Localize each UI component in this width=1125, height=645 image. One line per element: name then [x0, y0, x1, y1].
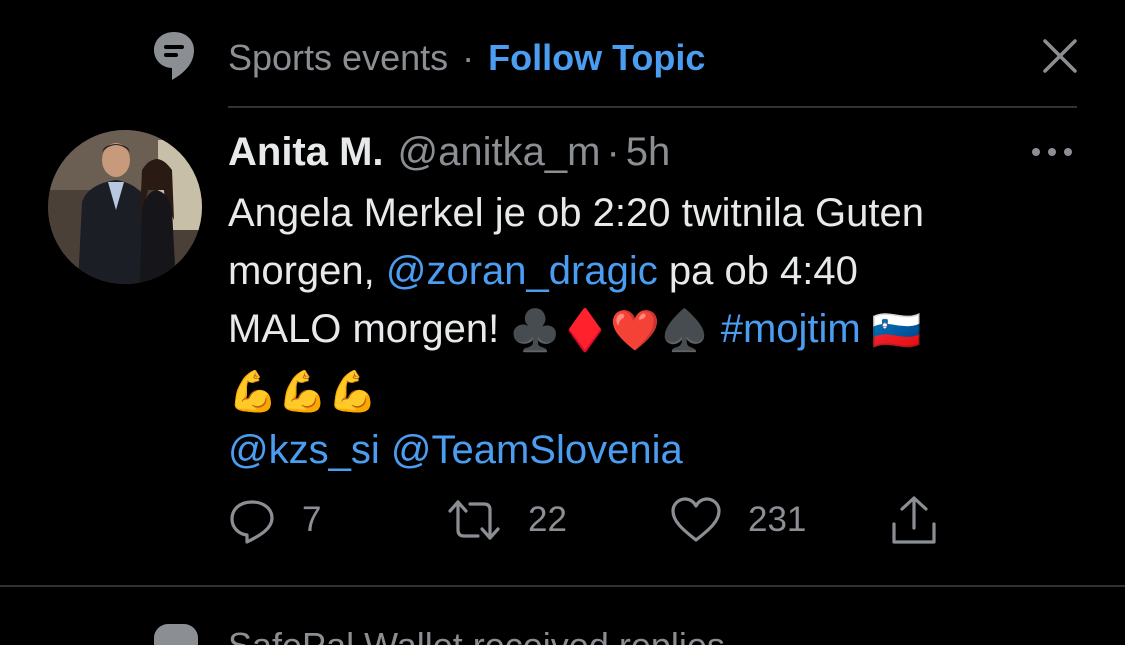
tweet-line-2: morgen, @zoran_dragic pa ob 4:40	[228, 242, 1088, 300]
retweet-count: 22	[528, 500, 567, 539]
tweet-text: Angela Merkel je ob 2:20 twitnila Guten …	[228, 184, 1088, 479]
retweet-icon	[448, 500, 500, 540]
topic-name[interactable]: Sports events	[228, 37, 448, 78]
tweet-line-3: MALO morgen! ♣️♦️❤️♠️ #mojtim 🇸🇮	[228, 300, 1088, 360]
divider	[228, 106, 1077, 108]
close-icon[interactable]	[1040, 36, 1080, 76]
mention-kzs-si[interactable]: @kzs_si	[228, 428, 380, 472]
divider	[0, 585, 1125, 587]
hashtag-mojtim[interactable]: #mojtim	[721, 307, 861, 351]
muscle-emoji: 💪	[327, 369, 378, 414]
mention-teamslovenia[interactable]: @TeamSlovenia	[391, 428, 683, 472]
tweet-text-segment: pa ob 4:40	[657, 249, 858, 293]
tweet-line-5: @kzs_si @TeamSlovenia	[228, 421, 1088, 479]
reply-count: 7	[302, 500, 322, 539]
author-name[interactable]: Anita M.	[228, 130, 384, 174]
slovenia-flag-emoji: 🇸🇮	[871, 309, 922, 354]
like-count: 231	[748, 500, 807, 539]
topic-header: Sports events · Follow Topic	[0, 0, 1125, 108]
mention-zoran-dragic[interactable]: @zoran_dragic	[386, 249, 658, 293]
spade-emoji: ♠️	[659, 309, 710, 354]
share-icon	[892, 496, 936, 544]
more-icon[interactable]	[1030, 140, 1074, 164]
header-separator: ·	[606, 130, 620, 174]
tweet-time[interactable]: 5h	[626, 130, 671, 174]
muscle-emoji: 💪	[277, 369, 328, 414]
diamond-emoji: ♦️	[560, 309, 610, 354]
avatar[interactable]	[48, 130, 202, 284]
topic-icon	[154, 32, 194, 80]
tweet-actions: 7 22 231	[228, 492, 1088, 548]
share-button[interactable]	[888, 492, 940, 548]
tweet-line-1: Angela Merkel je ob 2:20 twitnila Guten	[228, 184, 1088, 242]
tweet-line-4: 💪💪💪	[228, 360, 1088, 420]
heart-icon	[671, 497, 721, 542]
author-handle[interactable]: @anitka_m	[398, 130, 601, 174]
topic-line: Sports events · Follow Topic	[228, 36, 705, 80]
tweet-text-segment: MALO morgen!	[228, 307, 511, 351]
retweet-button[interactable]: 22	[446, 492, 567, 548]
next-timeline-item[interactable]: SafePal Wallet received replies	[0, 590, 1125, 645]
club-emoji: ♣️	[510, 309, 561, 354]
tweet-text-segment: morgen,	[228, 249, 386, 293]
like-button[interactable]: 231	[670, 492, 806, 548]
avatar-photo	[48, 130, 202, 284]
muscle-emoji: 💪	[228, 369, 278, 414]
reply-button[interactable]: 7	[228, 492, 321, 548]
reply-icon	[230, 500, 274, 544]
tweet-header: Anita M. @anitka_m · 5h	[228, 128, 670, 176]
next-item-text: SafePal Wallet received replies	[228, 624, 725, 645]
follow-topic-button[interactable]: Follow Topic	[488, 37, 705, 78]
topic-icon	[154, 624, 198, 645]
tweet-text-segment: Angela Merkel je ob 2:20 twitnila Guten	[228, 191, 924, 235]
topic-separator: ·	[462, 37, 475, 78]
heart-emoji: ❤️	[609, 309, 660, 354]
